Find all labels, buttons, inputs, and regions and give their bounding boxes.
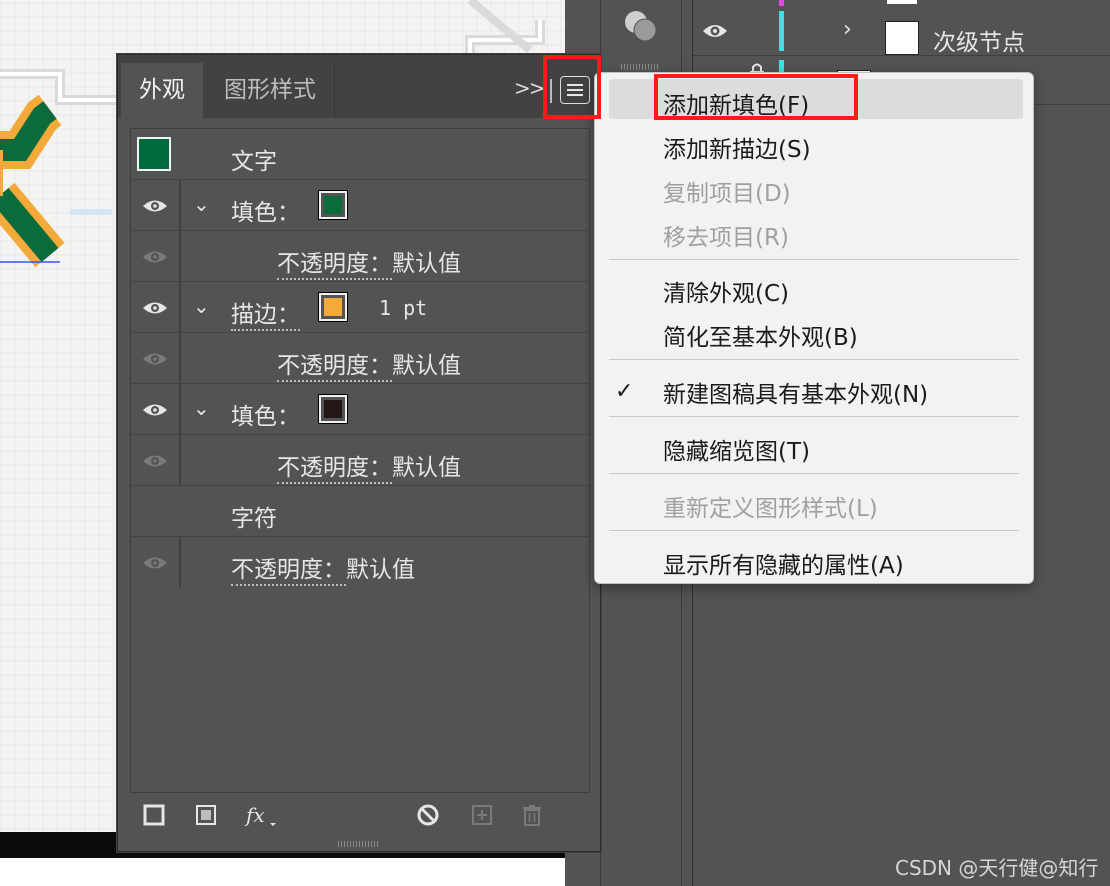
fill-label[interactable]: 填色 bbox=[231, 404, 277, 430]
object-thumbnail-swatch bbox=[137, 137, 171, 171]
menu-item-show-all-hidden-attributes[interactable]: 显示所有隐藏的属性(A) bbox=[663, 546, 904, 580]
panel-footer: fx bbox=[130, 797, 588, 837]
duplicate-item-icon[interactable] bbox=[470, 803, 494, 827]
expand-chevron-icon[interactable]: › bbox=[843, 17, 852, 42]
characters-label[interactable]: 字符 bbox=[231, 499, 277, 533]
menu-item-add-new-stroke[interactable]: 添加新描边(S) bbox=[663, 130, 811, 164]
clear-appearance-icon[interactable] bbox=[416, 803, 440, 827]
opacity-value: 默认值 bbox=[346, 557, 415, 583]
chevron-down-icon[interactable]: ⌄ bbox=[193, 294, 210, 318]
checkmark-icon: ✓ bbox=[615, 379, 634, 404]
panel-tab-bar: 外观 图形样式 >> bbox=[118, 55, 600, 118]
menu-separator bbox=[609, 259, 1019, 260]
layer-thumbnail bbox=[885, 21, 919, 55]
eye-icon-dimmed[interactable] bbox=[141, 452, 169, 470]
add-new-stroke-icon[interactable] bbox=[142, 803, 166, 827]
menu-item-reduce-to-basic-appearance[interactable]: 简化至基本外观(B) bbox=[663, 318, 858, 352]
eye-icon-dimmed[interactable] bbox=[141, 554, 169, 572]
appearance-attribute-list: 文字 ⌄ 填色： 不透明度：默认值 ⌄ 描边： 1 pt 不透明度：默认值 ⌄ … bbox=[130, 128, 590, 793]
opacity-link[interactable]: 不透明度 bbox=[277, 251, 369, 277]
annotation-box-add-new-fill bbox=[654, 74, 858, 120]
stroke-color-swatch[interactable] bbox=[318, 292, 348, 322]
opacity-value: 默认值 bbox=[392, 455, 461, 481]
characters-row[interactable]: 字符 bbox=[131, 486, 589, 537]
pathfinder-icon[interactable] bbox=[621, 6, 661, 46]
menu-item-hide-thumbnail[interactable]: 隐藏缩览图(T) bbox=[663, 432, 810, 466]
fill-color-swatch[interactable] bbox=[318, 190, 348, 220]
annotation-box-menu-button bbox=[543, 55, 601, 119]
appearance-header-row[interactable]: 文字 bbox=[131, 129, 589, 180]
menu-item-redefine-graphic-style[interactable]: 重新定义图形样式(L) bbox=[663, 489, 878, 523]
fill-color-swatch[interactable] bbox=[318, 394, 348, 424]
layer-row-secondary-node[interactable]: › 次级节点 bbox=[693, 7, 1110, 56]
layer-color-bar-magenta bbox=[779, 0, 784, 6]
add-effect-fx-icon[interactable]: fx bbox=[244, 803, 278, 829]
add-new-fill-icon[interactable] bbox=[194, 803, 218, 827]
stroke-weight-value[interactable]: 1 pt bbox=[379, 296, 427, 320]
panel-flyout-menu: 添加新填色(F) 添加新描边(S) 复制项目(D) 移去项目(R) 清除外观(C… bbox=[594, 72, 1034, 584]
layer-thumbnail-partial bbox=[887, 0, 917, 4]
delete-item-icon[interactable] bbox=[520, 803, 544, 827]
menu-item-duplicate-item[interactable]: 复制项目(D) bbox=[663, 174, 791, 208]
opacity-link[interactable]: 不透明度 bbox=[277, 455, 369, 481]
opacity-row[interactable]: 不透明度：默认值 bbox=[131, 537, 589, 587]
eye-icon[interactable] bbox=[141, 299, 169, 317]
panel-resize-grip[interactable] bbox=[338, 841, 378, 847]
stroke-row[interactable]: ⌄ 描边： 1 pt bbox=[131, 282, 589, 333]
chevron-down-icon[interactable]: ⌄ bbox=[193, 192, 210, 216]
menu-separator bbox=[609, 359, 1019, 360]
eye-icon[interactable] bbox=[141, 401, 169, 419]
eye-icon[interactable] bbox=[141, 197, 169, 215]
appearance-panel: 外观 图形样式 >> 文字 ⌄ 填色： 不透明度：默认值 ⌄ 描边： 1 pt … bbox=[117, 54, 601, 852]
menu-separator bbox=[609, 530, 1019, 531]
canvas-bottom-area bbox=[0, 858, 565, 886]
layer-name[interactable]: 次级节点 bbox=[933, 23, 1025, 57]
chevron-down-icon[interactable]: ⌄ bbox=[193, 396, 210, 420]
stroke-link[interactable]: 描边 bbox=[231, 302, 277, 328]
eye-icon-dimmed[interactable] bbox=[141, 248, 169, 266]
menu-item-remove-item[interactable]: 移去项目(R) bbox=[663, 218, 789, 252]
opacity-row[interactable]: 不透明度：默认值 bbox=[131, 333, 589, 384]
opacity-link[interactable]: 不透明度 bbox=[277, 353, 369, 379]
opacity-row[interactable]: 不透明度：默认值 bbox=[131, 435, 589, 486]
opacity-link[interactable]: 不透明度 bbox=[231, 557, 323, 583]
tab-graphic-styles[interactable]: 图形样式 bbox=[206, 63, 335, 118]
layer-color-bar bbox=[779, 11, 784, 51]
eye-icon[interactable] bbox=[701, 21, 729, 41]
fill-row[interactable]: ⌄ 填色： bbox=[131, 384, 589, 435]
svg-text:fx: fx bbox=[244, 803, 265, 827]
menu-item-new-art-has-basic-appearance[interactable]: 新建图稿具有基本外观(N) bbox=[663, 375, 928, 409]
fill-row[interactable]: ⌄ 填色： bbox=[131, 180, 589, 231]
menu-item-clear-appearance[interactable]: 清除外观(C) bbox=[663, 274, 789, 308]
opacity-value: 默认值 bbox=[392, 251, 461, 277]
menu-separator bbox=[609, 473, 1019, 474]
menu-separator bbox=[609, 416, 1019, 417]
eye-icon-dimmed[interactable] bbox=[141, 350, 169, 368]
opacity-row[interactable]: 不透明度：默认值 bbox=[131, 231, 589, 282]
watermark-text: CSDN @天行健@知行 bbox=[895, 856, 1099, 880]
tab-appearance[interactable]: 外观 bbox=[121, 63, 203, 118]
dock-grip-handle[interactable] bbox=[621, 64, 659, 70]
opacity-value: 默认值 bbox=[392, 353, 461, 379]
object-type-label: 文字 bbox=[231, 149, 277, 175]
collapse-panel-icon[interactable]: >> bbox=[514, 76, 545, 100]
fill-label[interactable]: 填色 bbox=[231, 200, 277, 226]
